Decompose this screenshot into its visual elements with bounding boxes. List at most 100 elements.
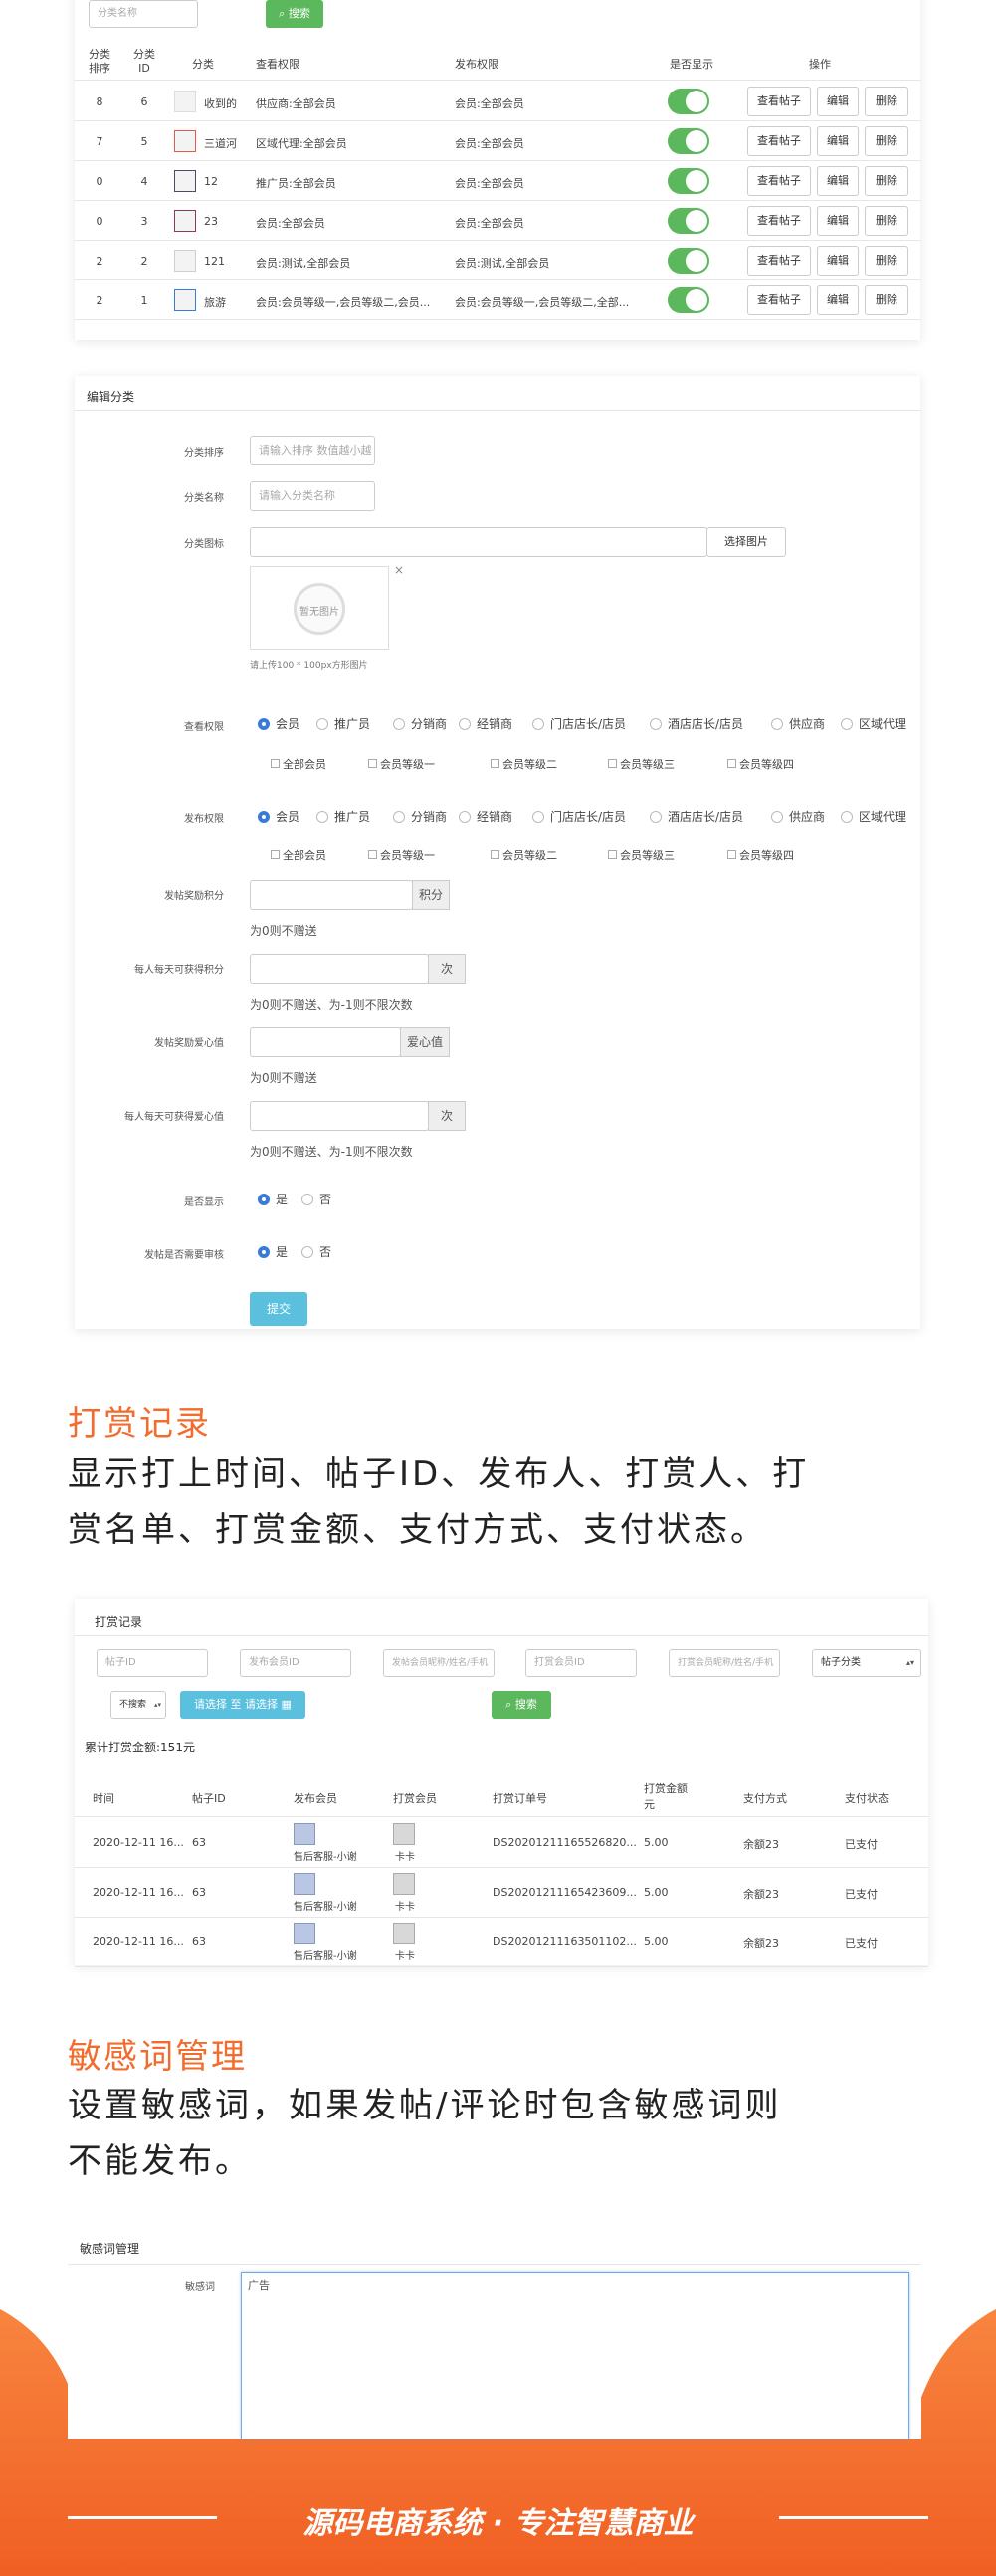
toggle-knob	[686, 91, 707, 112]
view-level-checkbox[interactable]	[727, 759, 736, 768]
view-posts-button[interactable]: 查看帖子	[747, 246, 811, 276]
edit-button[interactable]: 编辑	[817, 206, 859, 236]
edit-button[interactable]: 编辑	[817, 246, 859, 276]
icon-path-input[interactable]	[250, 527, 707, 557]
edit-button[interactable]: 编辑	[817, 166, 859, 196]
sensitive-words-textarea[interactable]: 广告	[241, 2272, 909, 2439]
audit-yes-radio[interactable]	[258, 1246, 270, 1258]
category-thumbnail	[174, 130, 196, 152]
view-posts-button[interactable]: 查看帖子	[747, 126, 811, 156]
view-level-label: 会员等级二	[502, 758, 557, 771]
th-sort: 分类 排序	[89, 48, 110, 75]
row-divider	[75, 240, 920, 241]
cell-post-id: 63	[192, 1935, 206, 1948]
cell-pay-method: 余额23	[743, 1937, 779, 1950]
publisher-id-filter[interactable]: 发布会员ID	[240, 1649, 351, 1677]
view-posts-button[interactable]: 查看帖子	[747, 166, 811, 196]
delete-button[interactable]: 删除	[865, 246, 908, 276]
cell-name: 收到的	[204, 97, 237, 110]
publish-level-checkbox[interactable]	[368, 850, 377, 859]
view-level-checkbox[interactable]	[608, 759, 617, 768]
show-toggle[interactable]	[668, 248, 709, 274]
view-role-radio[interactable]	[771, 718, 783, 730]
choose-image-button[interactable]: 选择图片	[706, 527, 786, 557]
view-role-radio[interactable]	[258, 718, 270, 730]
th-view-perm: 查看权限	[256, 58, 299, 71]
category-thumbnail	[174, 210, 196, 232]
view-role-radio[interactable]	[459, 718, 471, 730]
tipper-id-filter[interactable]: 打赏会员ID	[525, 1649, 637, 1677]
category-select[interactable]: 帖子分类 ▴▾	[812, 1649, 921, 1677]
show-yes-radio[interactable]	[258, 1194, 270, 1205]
publish-level-checkbox[interactable]	[608, 850, 617, 859]
view-role-radio[interactable]	[393, 718, 405, 730]
publish-role-radio[interactable]	[532, 811, 544, 823]
show-toggle[interactable]	[668, 168, 709, 194]
audit-yes-label: 是	[276, 1245, 289, 1259]
tipper-info-filter[interactable]: 打赏会员昵称/姓名/手机	[669, 1649, 780, 1677]
search-type-select[interactable]: 不搜索 ▴▾	[110, 1691, 166, 1719]
publish-level-checkbox[interactable]	[271, 850, 280, 859]
publish-role-radio[interactable]	[841, 811, 853, 823]
view-level-checkbox[interactable]	[491, 759, 499, 768]
show-no-radio[interactable]	[301, 1194, 313, 1205]
delete-button[interactable]: 删除	[865, 285, 908, 315]
category-name-search-input[interactable]: 分类名称	[89, 0, 198, 28]
search-button[interactable]: ⌕ 搜索	[492, 1691, 551, 1719]
publish-role-radio[interactable]	[459, 811, 471, 823]
delete-button[interactable]: 删除	[865, 126, 908, 156]
reward-points-input[interactable]	[250, 880, 413, 910]
cell-id: 1	[140, 294, 148, 307]
publish-role-radio[interactable]	[771, 811, 783, 823]
name-input[interactable]: 请输入分类名称	[250, 481, 375, 511]
category-thumbnail	[174, 91, 196, 112]
delete-button[interactable]: 删除	[865, 87, 908, 116]
publish-level-checkbox[interactable]	[727, 850, 736, 859]
publish-role-radio[interactable]	[258, 811, 270, 823]
view-role-radio[interactable]	[532, 718, 544, 730]
cell-publish-perm: 会员:全部会员	[455, 137, 524, 150]
submit-button[interactable]: 提交	[250, 1292, 307, 1326]
show-toggle[interactable]	[668, 89, 709, 114]
remove-image-close-icon[interactable]: ×	[394, 563, 404, 577]
audit-no-radio[interactable]	[301, 1246, 313, 1258]
show-toggle[interactable]	[668, 208, 709, 234]
publisher-avatar	[294, 1823, 315, 1845]
edit-button[interactable]: 编辑	[817, 87, 859, 116]
edit-button[interactable]: 编辑	[817, 285, 859, 315]
publish-role-radio[interactable]	[650, 811, 662, 823]
th-pay-method: 支付方式	[743, 1792, 787, 1805]
delete-button[interactable]: 删除	[865, 166, 908, 196]
view-role-radio[interactable]	[316, 718, 328, 730]
publisher-info-filter[interactable]: 发帖会员昵称/姓名/手机	[383, 1649, 495, 1677]
delete-button[interactable]: 删除	[865, 206, 908, 236]
show-toggle[interactable]	[668, 128, 709, 154]
view-level-checkbox[interactable]	[368, 759, 377, 768]
publish-role-radio[interactable]	[316, 811, 328, 823]
search-button[interactable]: ⌕ 搜索	[266, 0, 323, 28]
view-perm-label: 查看权限	[184, 722, 224, 733]
reward-love-input[interactable]	[250, 1027, 401, 1057]
publish-level-checkbox[interactable]	[491, 850, 499, 859]
daily-points-input[interactable]	[250, 954, 429, 984]
image-preview: 暂无图片	[250, 566, 389, 650]
view-role-radio[interactable]	[650, 718, 662, 730]
sort-input[interactable]: 请输入排序 数值越小越	[250, 436, 375, 465]
tip-section-desc-1: 显示打上时间、帖子ID、发布人、打赏人、打	[68, 1454, 810, 1494]
view-posts-button[interactable]: 查看帖子	[747, 206, 811, 236]
select-arrows-icon: ▴▾	[153, 1701, 161, 1709]
daily-love-input[interactable]	[250, 1101, 429, 1131]
view-role-radio[interactable]	[841, 718, 853, 730]
cell-publisher: 售后客服-小谢	[294, 1852, 357, 1863]
date-range-picker[interactable]: 请选择 至 请选择 ▦	[180, 1691, 305, 1719]
post-id-filter[interactable]: 帖子ID	[97, 1649, 208, 1677]
view-posts-button[interactable]: 查看帖子	[747, 285, 811, 315]
cell-view-perm: 会员:测试,全部会员	[256, 257, 351, 270]
view-level-checkbox[interactable]	[271, 759, 280, 768]
panel-title: 打赏记录	[95, 1615, 143, 1629]
view-posts-button[interactable]: 查看帖子	[747, 87, 811, 116]
edit-button[interactable]: 编辑	[817, 126, 859, 156]
daily-love-help: 为0则不赠送、为-1则不限次数	[250, 1145, 413, 1159]
publish-role-radio[interactable]	[393, 811, 405, 823]
show-toggle[interactable]	[668, 287, 709, 313]
